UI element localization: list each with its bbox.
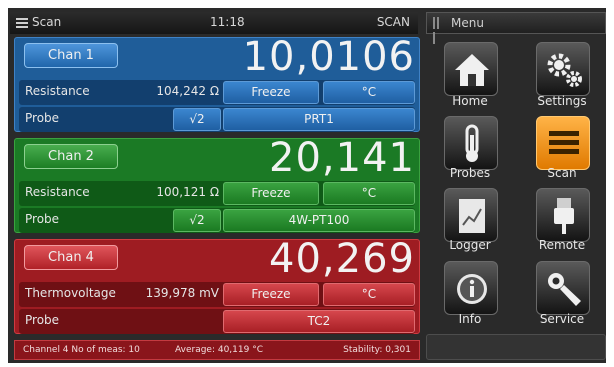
measure-value: 100,121 Ω — [156, 185, 219, 199]
tile-label-info: Info — [458, 312, 482, 326]
sensor-button[interactable]: 4W-PT100 — [223, 209, 415, 232]
unit-button[interactable]: °C — [323, 283, 415, 306]
probes-tile[interactable] — [444, 116, 498, 170]
measure-label: Resistance — [25, 185, 90, 199]
measure-label: Resistance — [25, 84, 90, 98]
tile-label-service: Service — [539, 312, 585, 326]
top-status-bar: Scan 11:18 SCAN — [10, 12, 418, 34]
unit-button[interactable]: °C — [323, 81, 415, 104]
channel-1-button[interactable]: Chan 1 — [24, 43, 118, 68]
menu-title: Menu — [451, 16, 484, 30]
freeze-button[interactable]: Freeze — [223, 81, 319, 104]
logger-tile[interactable] — [444, 188, 498, 242]
measure-label: Thermovoltage — [25, 286, 116, 300]
channel-2-reading: 20,141 — [269, 135, 415, 181]
channel-1-reading: 10,0106 — [242, 34, 415, 80]
service-tile[interactable] — [536, 261, 590, 315]
menu-header: Menu — [426, 12, 606, 44]
status-text: SCAN — [376, 15, 410, 29]
home-icon — [455, 54, 489, 86]
wrench-icon — [548, 273, 581, 306]
measure-row: Resistance 104,242 Ω Freeze °C — [19, 80, 415, 105]
sensor-button[interactable]: PRT1 — [223, 108, 415, 131]
unit-button[interactable]: °C — [323, 182, 415, 205]
menu-footer — [426, 334, 606, 360]
mode-label: Scan — [32, 15, 62, 29]
sensor-button[interactable]: TC2 — [223, 310, 415, 333]
measure-row: Thermovoltage 139,978 mV Freeze °C — [19, 282, 415, 307]
tile-label-logger: Logger — [449, 238, 491, 252]
sqrt-button[interactable]: √2 — [173, 108, 221, 131]
probe-row: Probe TC2 — [19, 309, 415, 334]
tile-label-home: Home — [452, 94, 488, 108]
info-tile[interactable] — [444, 261, 498, 315]
home-tile[interactable] — [444, 42, 498, 96]
measure-row: Resistance 100,121 Ω Freeze °C — [19, 181, 415, 206]
freeze-button[interactable]: Freeze — [223, 283, 319, 306]
meas-count: Channel 4 No of meas: 10 — [23, 345, 140, 355]
measure-value: 139,978 mV — [145, 286, 219, 300]
measure-value: 104,242 Ω — [156, 84, 219, 98]
tile-label-settings: Settings — [537, 94, 587, 108]
channel-panel-4: Chan 4 40,269 Thermovoltage 139,978 mV F… — [14, 236, 420, 334]
thermometer-icon — [465, 124, 479, 162]
tile-label-probes: Probes — [449, 166, 491, 180]
probe-label: Probe — [25, 212, 60, 226]
chart-document-icon — [459, 199, 485, 233]
tile-label-scan: Scan — [547, 166, 577, 180]
channel-4-button[interactable]: Chan 4 — [24, 245, 118, 270]
scan-tile[interactable] — [536, 116, 590, 170]
stability-value: Stability: 0,301 — [343, 345, 411, 355]
channel-2-button[interactable]: Chan 2 — [24, 144, 118, 169]
measurement-status-bar: Channel 4 No of meas: 10 Average: 40,119… — [14, 340, 420, 360]
usb-plug-icon — [554, 198, 574, 234]
menu-lines-icon — [16, 18, 28, 28]
probe-row: Probe √2 PRT1 — [19, 107, 415, 132]
sqrt-button[interactable]: √2 — [173, 209, 221, 232]
gear-icon — [547, 53, 582, 87]
channel-panel-1: Chan 1 10,0106 Resistance 104,242 Ω Free… — [14, 34, 420, 132]
average-value: Average: 40,119 °C — [175, 345, 263, 355]
info-icon — [457, 274, 487, 304]
list-icon — [549, 131, 579, 154]
remote-tile[interactable] — [536, 188, 590, 242]
channel-panel-2: Chan 2 20,141 Resistance 100,121 Ω Freez… — [14, 135, 420, 233]
channel-4-reading: 40,269 — [269, 236, 415, 282]
clock: 11:18 — [210, 15, 245, 29]
settings-tile[interactable] — [536, 42, 590, 96]
probe-label: Probe — [25, 111, 60, 125]
probe-label: Probe — [25, 313, 60, 327]
probe-row: Probe √2 4W-PT100 — [19, 208, 415, 233]
tile-label-remote: Remote — [538, 238, 586, 252]
freeze-button[interactable]: Freeze — [223, 182, 319, 205]
grip-icon — [433, 17, 443, 44]
